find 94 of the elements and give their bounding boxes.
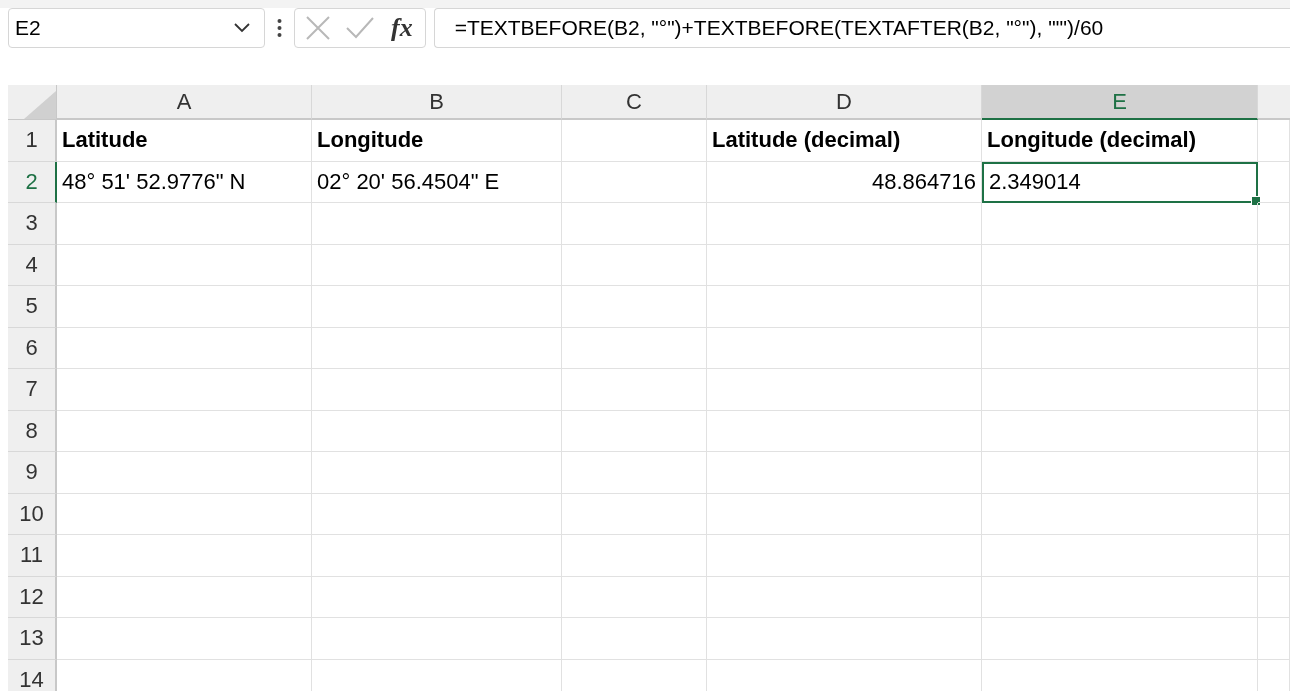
column-header[interactable]: C [562,85,707,120]
empty-cell[interactable] [982,327,1258,369]
row-header[interactable]: 11 [8,535,57,577]
fill-handle[interactable] [1251,196,1261,206]
empty-cell[interactable] [982,535,1258,577]
empty-cell[interactable] [982,618,1258,660]
empty-cell[interactable] [707,493,982,535]
empty-cell[interactable] [707,203,982,245]
row-header[interactable]: 9 [8,452,57,494]
column-header[interactable]: A [57,85,312,120]
empty-cell[interactable] [562,369,707,411]
row-header[interactable]: 6 [8,327,57,369]
empty-cell[interactable] [562,203,707,245]
table-cell[interactable]: 02° 20' 56.4504" E [312,161,562,203]
empty-cell[interactable] [562,410,707,452]
check-icon[interactable] [345,16,375,40]
empty-cell[interactable] [1258,618,1290,660]
empty-cell[interactable] [312,535,562,577]
row-header[interactable]: 5 [8,286,57,328]
empty-cell[interactable] [1258,535,1290,577]
empty-cell[interactable] [707,452,982,494]
empty-cell[interactable] [312,203,562,245]
empty-cell[interactable] [562,493,707,535]
empty-cell[interactable] [312,618,562,660]
empty-cell[interactable] [312,327,562,369]
empty-cell[interactable] [312,452,562,494]
column-header[interactable]: B [312,85,562,120]
row-header[interactable]: 3 [8,203,57,245]
row-header[interactable]: 13 [8,618,57,660]
empty-cell[interactable] [707,286,982,328]
row-header[interactable]: 10 [8,493,57,535]
empty-cell[interactable] [1258,576,1290,618]
empty-cell[interactable] [707,410,982,452]
empty-cell[interactable] [562,618,707,660]
table-cell[interactable]: 48.864716 [707,161,982,203]
empty-cell[interactable] [982,576,1258,618]
empty-cell[interactable] [982,286,1258,328]
chevron-down-icon [234,23,250,33]
table-cell[interactable]: 2.349014 [982,161,1258,203]
empty-cell[interactable] [707,535,982,577]
empty-cell[interactable] [312,576,562,618]
empty-cell[interactable] [707,576,982,618]
empty-cell[interactable] [562,327,707,369]
empty-cell[interactable] [982,493,1258,535]
row-header[interactable]: 4 [8,244,57,286]
empty-cell[interactable] [1258,286,1290,328]
table-cell[interactable]: Latitude [57,120,312,162]
table-cell[interactable]: 48° 51' 52.9776" N [57,161,312,203]
row-header[interactable]: 2 [8,161,57,203]
empty-cell[interactable] [312,244,562,286]
empty-cell[interactable] [1258,244,1290,286]
empty-cell[interactable] [312,286,562,328]
table-cell[interactable]: Longitude (decimal) [982,120,1258,162]
empty-cell[interactable] [707,244,982,286]
empty-cell[interactable] [1258,410,1290,452]
empty-cell[interactable] [562,161,707,203]
empty-cell[interactable] [562,120,707,162]
empty-cell[interactable] [707,369,982,411]
empty-cell[interactable] [562,286,707,328]
empty-cell[interactable] [707,618,982,660]
empty-cell[interactable] [1258,452,1290,494]
empty-cell[interactable] [1258,493,1290,535]
empty-cell[interactable] [312,369,562,411]
more-options-icon[interactable] [277,18,282,38]
empty-cell[interactable] [982,244,1258,286]
column-header[interactable] [1258,85,1290,120]
empty-cell[interactable] [1258,161,1290,203]
empty-cell[interactable] [707,327,982,369]
table-cell[interactable]: Latitude (decimal) [707,120,982,162]
empty-cell[interactable] [562,535,707,577]
empty-cell[interactable] [562,452,707,494]
empty-cell[interactable] [562,576,707,618]
empty-cell[interactable] [562,244,707,286]
empty-cell[interactable] [312,410,562,452]
row-header[interactable]: 1 [8,120,57,162]
empty-cell[interactable] [982,452,1258,494]
cancel-icon[interactable] [305,15,331,41]
empty-cell[interactable] [982,203,1258,245]
empty-cell[interactable] [1258,369,1290,411]
insert-function-button[interactable]: fx [389,13,415,43]
name-box[interactable]: E2 [8,8,265,48]
empty-cell[interactable] [1258,327,1290,369]
column-header[interactable]: E [982,85,1258,120]
empty-cell[interactable] [982,369,1258,411]
empty-cell[interactable] [312,493,562,535]
column-header[interactable]: D [707,85,982,120]
table-cell[interactable]: Longitude [312,120,562,162]
row-header[interactable]: 8 [8,410,57,452]
empty-cell[interactable] [982,410,1258,452]
formula-field[interactable]: =TEXTBEFORE(B2, "°")+TEXTBEFORE(TEXTAFTER(B2, "°"), "'")/60 [433,8,1290,48]
row-header[interactable]: 14 [8,659,57,691]
row-header[interactable]: 12 [8,576,57,618]
empty-cell[interactable] [1258,203,1290,245]
row-header[interactable]: 7 [8,369,57,411]
